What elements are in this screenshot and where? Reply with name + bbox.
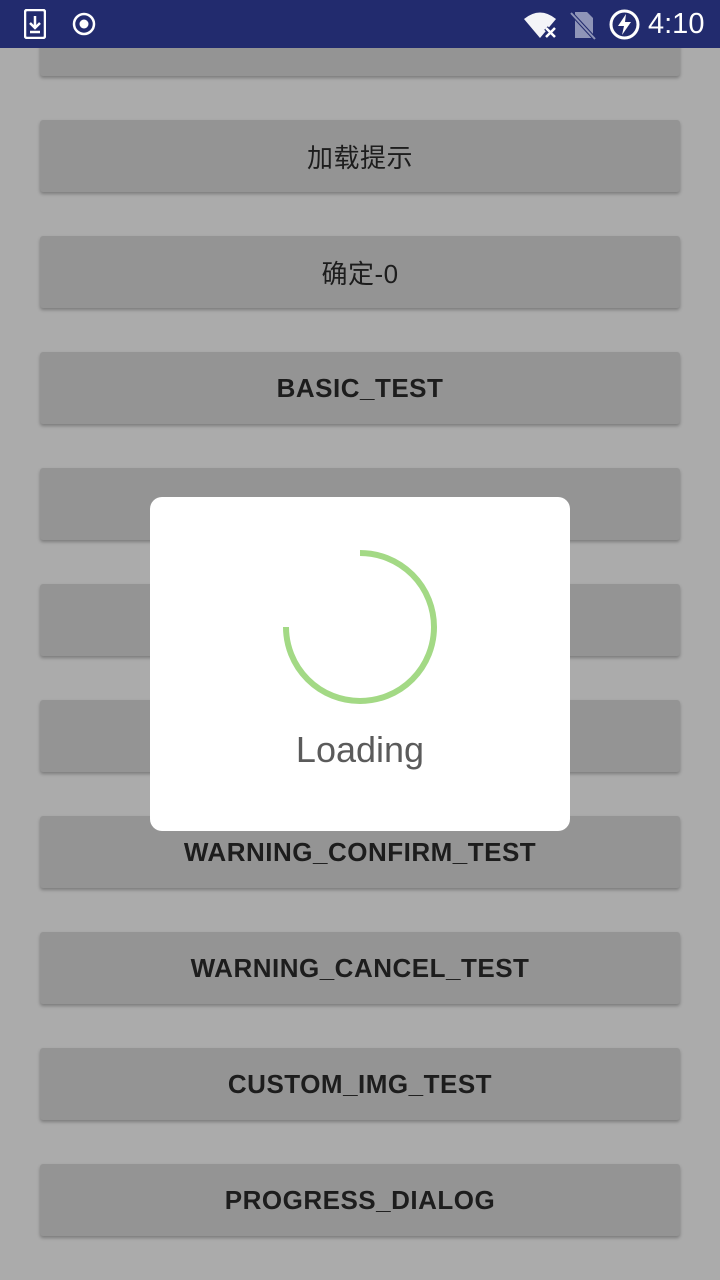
clock-time: 4:10 bbox=[648, 8, 705, 40]
warning-cancel-test-button[interactable]: WARNING_CANCEL_TEST bbox=[40, 932, 680, 1004]
top-partial-button[interactable] bbox=[40, 48, 680, 76]
button-label: WARNING_CANCEL_TEST bbox=[190, 952, 530, 983]
basic-test-button[interactable]: BASIC_TEST bbox=[40, 352, 680, 424]
confirm-0-button[interactable]: 确定-0 bbox=[40, 236, 680, 308]
button-label: 确定-0 bbox=[321, 258, 399, 289]
no-sim-icon bbox=[570, 11, 596, 40]
button-label: CUSTOM_IMG_TEST bbox=[227, 1068, 493, 1099]
loading-spinner-icon bbox=[283, 550, 437, 704]
download-icon bbox=[24, 9, 46, 39]
loading-text: Loading bbox=[295, 729, 425, 770]
loading-tip-button[interactable]: 加载提示 bbox=[40, 120, 680, 192]
button-label: PROGRESS_DIALOG bbox=[224, 1184, 496, 1215]
battery-charging-icon bbox=[609, 9, 640, 40]
button-label: WARNING_CONFIRM_TEST bbox=[183, 836, 537, 867]
wifi-off-icon bbox=[524, 12, 557, 39]
custom-img-test-button[interactable]: CUSTOM_IMG_TEST bbox=[40, 1048, 680, 1120]
progress-dialog-button[interactable]: PROGRESS_DIALOG bbox=[40, 1164, 680, 1236]
record-icon bbox=[72, 12, 96, 36]
button-label: 加载提示 bbox=[306, 142, 413, 173]
loading-dialog: Loading bbox=[150, 497, 570, 831]
status-bar: 4:10 bbox=[0, 0, 720, 48]
button-label: BASIC_TEST bbox=[276, 372, 444, 403]
